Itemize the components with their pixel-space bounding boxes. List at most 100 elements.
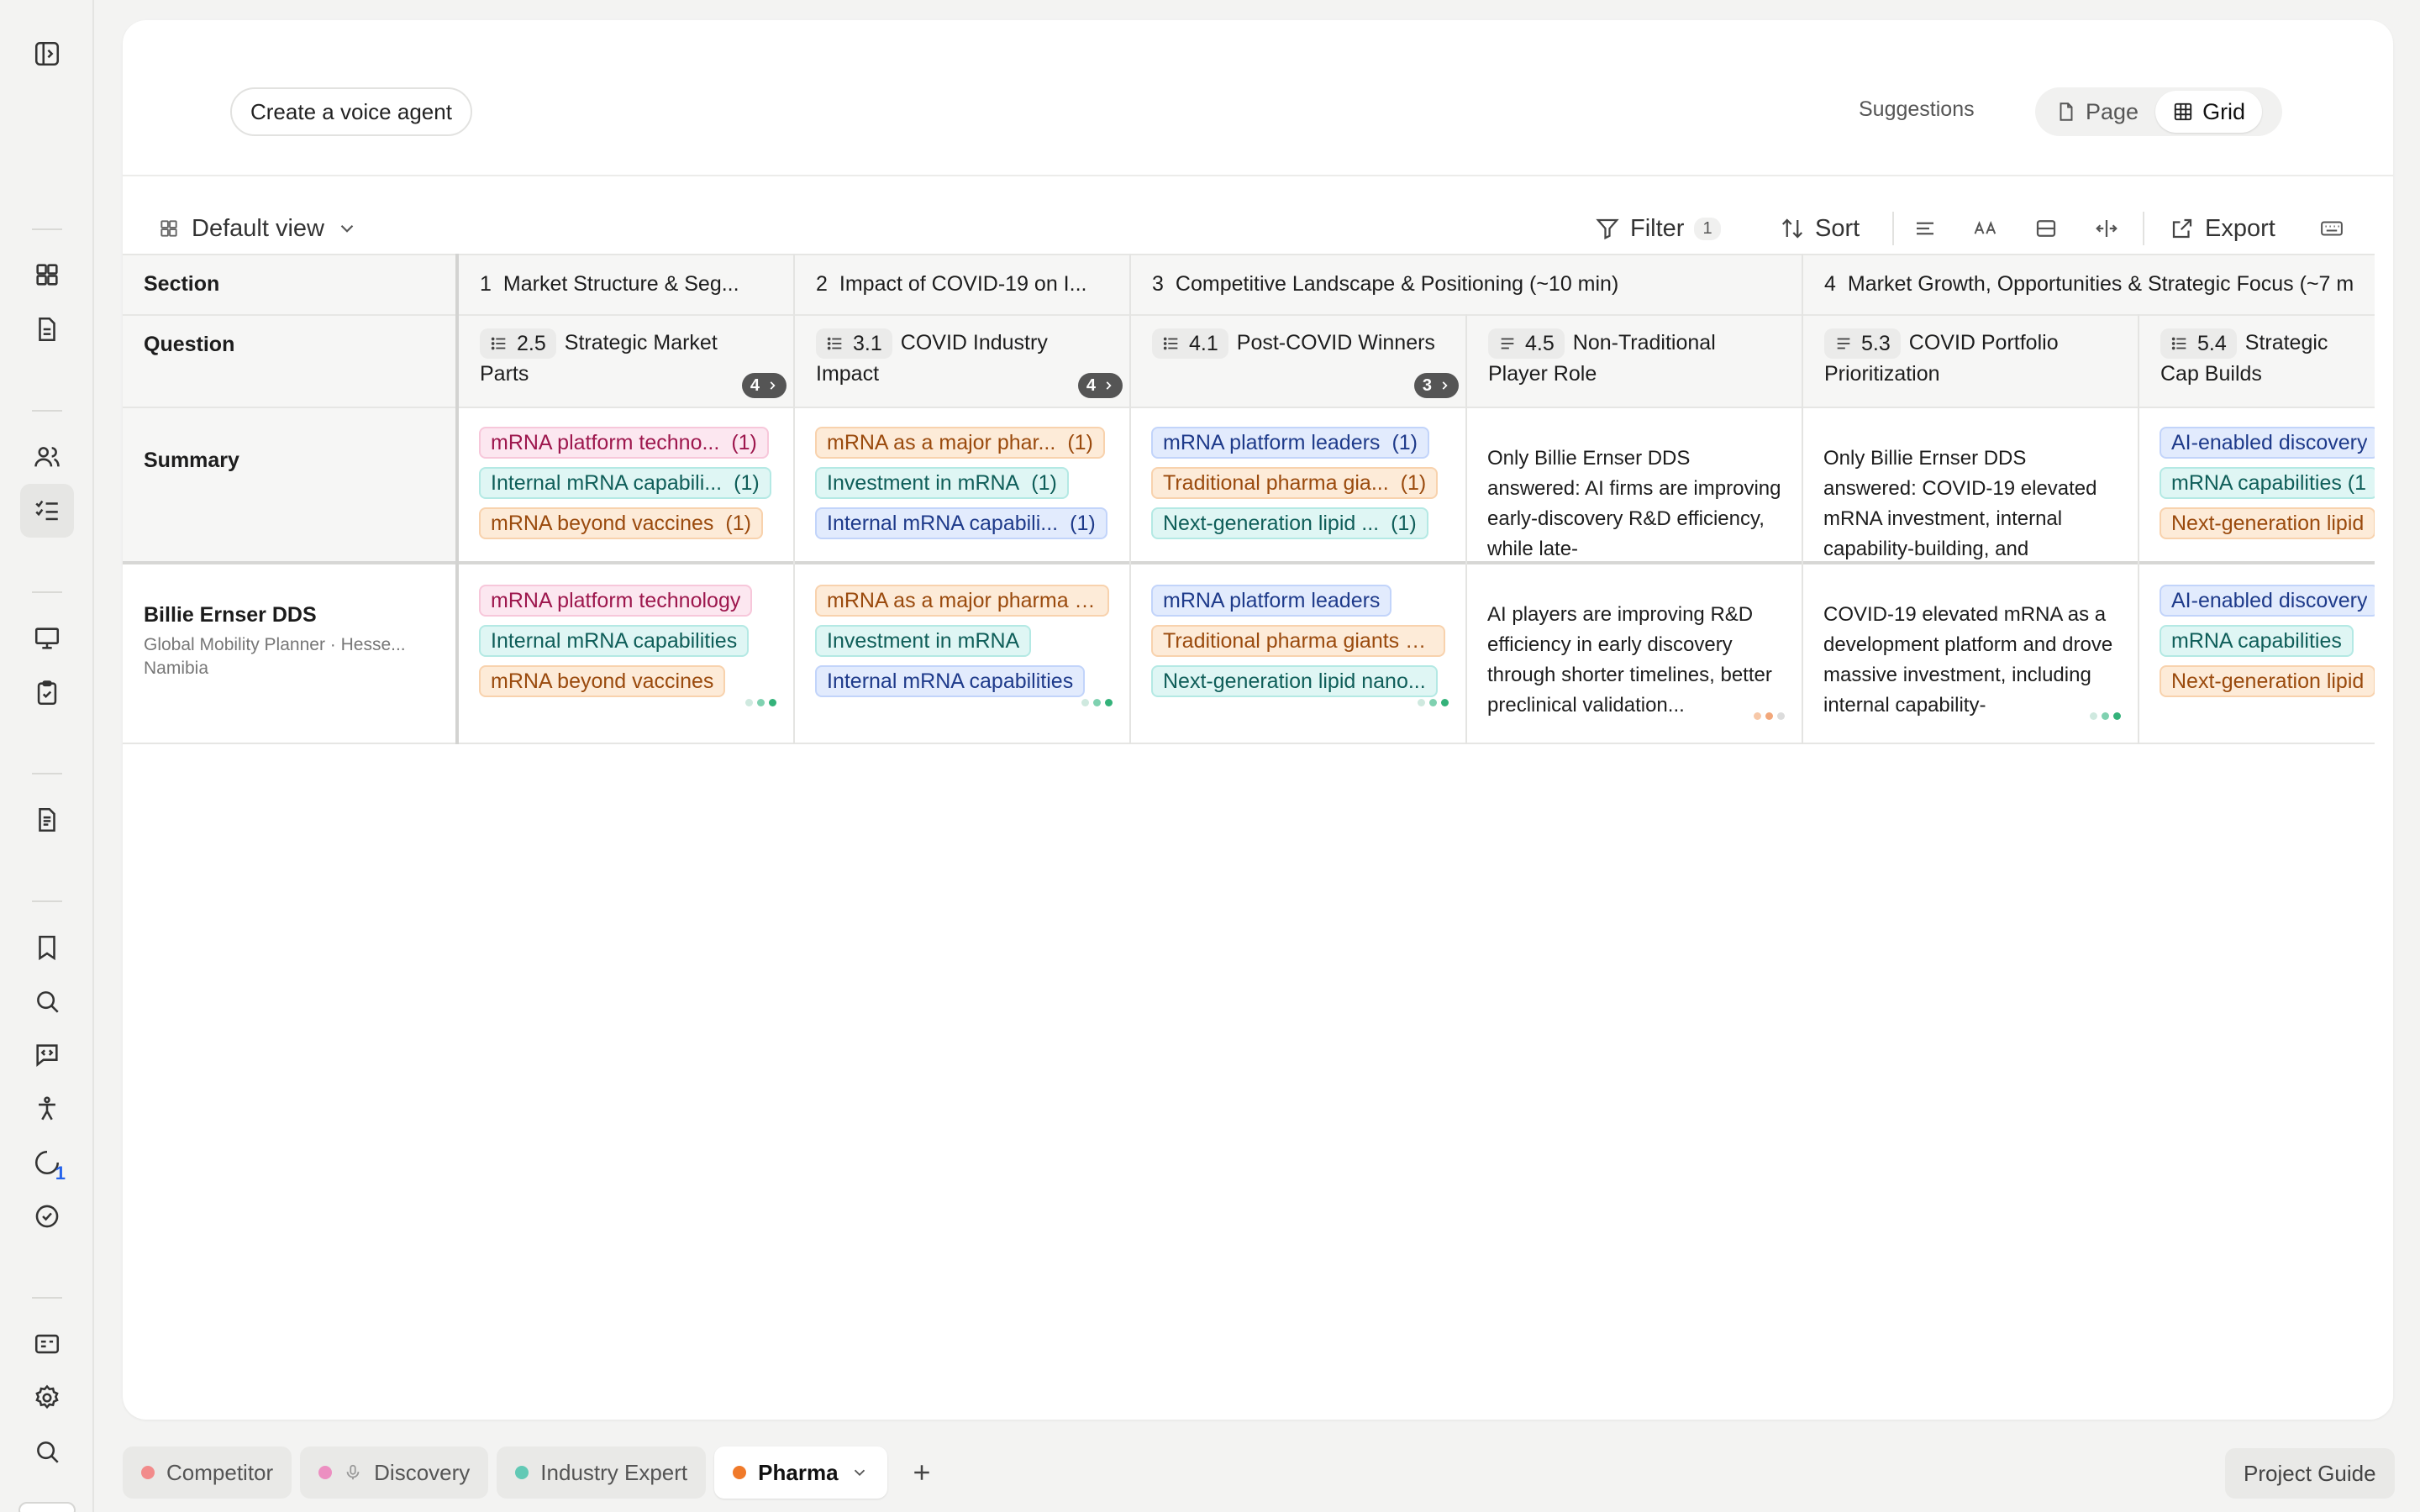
page-view-label: Page (2086, 98, 2139, 124)
summary-cell[interactable]: mRNA platform techno... (1) Internal mRNA… (459, 427, 793, 548)
section-header-3[interactable]: 3 Competitive Landscape & Positioning (~… (1131, 254, 1802, 314)
presentation-icon[interactable] (20, 612, 74, 665)
checklist-icon[interactable] (20, 484, 74, 538)
tag[interactable]: Investment in mRNA (1) (815, 467, 1069, 499)
column-line (1802, 254, 1803, 744)
sort-label: Sort (1815, 214, 1860, 242)
tag[interactable]: Next-generation lipid (2160, 507, 2375, 539)
response-cell[interactable]: AI players are improving R&D efficiency … (1467, 600, 1802, 721)
export-button[interactable]: Export (2170, 203, 2275, 254)
tab-pharma[interactable]: Pharma (714, 1446, 887, 1499)
align-button[interactable] (1912, 203, 1938, 254)
column-width-button[interactable] (2094, 203, 2119, 254)
summary-cell[interactable]: mRNA as a major phar... (1) Investment in… (795, 427, 1129, 548)
response-cell[interactable]: mRNA platform technology Internal mRNA c… (459, 585, 793, 741)
main-panel: Create a voice agent Suggestions Page Gr… (123, 20, 2393, 1420)
section-header-4[interactable]: 4 Market Growth, Opportunities & Strateg… (1803, 254, 2375, 314)
response-cell[interactable]: mRNA as a major pharma d... Investment i… (795, 585, 1129, 741)
respondent-name[interactable]: Billie Ernser DDS (144, 603, 317, 627)
question-header[interactable]: 4.1 Post-COVID Winners 3 (1131, 314, 1465, 407)
chat-code-icon[interactable] (20, 1028, 74, 1082)
project-guide-button[interactable]: Project Guide (2225, 1448, 2395, 1499)
progress-icon[interactable]: 1 (20, 1136, 74, 1189)
tag[interactable]: Next-generation lipid nano... (1151, 665, 1438, 697)
tag[interactable]: Traditional pharma gia... (1) (1151, 467, 1439, 499)
tag[interactable]: Next-generation lipid (2160, 665, 2375, 697)
tag[interactable]: mRNA platform leaders (1151, 585, 1392, 617)
grid-view-label: Grid (2202, 98, 2246, 124)
tag[interactable]: mRNA platform techno... (1) (479, 427, 769, 459)
grid-line (123, 254, 2375, 255)
tab-discovery[interactable]: Discovery (300, 1446, 489, 1499)
frozen-column-bg (123, 254, 457, 563)
summary-cell[interactable]: AI-enabled discovery mRNA capabilities (… (2139, 427, 2375, 548)
section-header-1[interactable]: 1 Market Structure & Seg... (459, 254, 793, 314)
option-count-badge[interactable]: 3 (1413, 373, 1459, 398)
grid-view-option[interactable]: Grid (2155, 91, 2263, 133)
sort-button[interactable]: Sort (1780, 203, 1860, 254)
question-header[interactable]: 3.1 COVID Industry Impact 4 (795, 314, 1129, 407)
page-view-option[interactable]: Page (2039, 91, 2155, 133)
font-size-button[interactable] (1973, 203, 1998, 254)
tag[interactable]: AI-enabled discovery (2160, 585, 2375, 617)
tag[interactable]: Investment in mRNA (815, 625, 1032, 657)
tag[interactable]: mRNA platform technology (479, 585, 753, 617)
accessibility-icon[interactable] (20, 1082, 74, 1136)
tab-industry-expert[interactable]: Industry Expert (497, 1446, 707, 1499)
user-menu-stub[interactable] (18, 1502, 76, 1512)
tag[interactable]: mRNA capabilities (2160, 625, 2354, 657)
tag[interactable]: mRNA as a major phar... (1) (815, 427, 1105, 459)
section-number: 2 (816, 271, 828, 296)
tag[interactable]: Internal mRNA capabili... (1) (815, 507, 1107, 539)
tab-competitor[interactable]: Competitor (123, 1446, 292, 1499)
create-voice-agent-button[interactable]: Create a voice agent (230, 87, 472, 136)
response-cell[interactable]: COVID-19 elevated mRNA as a development … (1803, 600, 2138, 721)
search-icon[interactable] (20, 974, 74, 1028)
question-header[interactable]: 5.3 COVID Portfolio Prioritization (1803, 314, 2138, 407)
tag[interactable]: Next-generation lipid ... (1) (1151, 507, 1428, 539)
question-header[interactable]: 4.5 Non-Traditional Player Role (1467, 314, 1802, 407)
filter-icon (1596, 218, 1619, 240)
dashboard-icon[interactable] (20, 248, 74, 302)
bookmark-icon[interactable] (20, 921, 74, 974)
tag[interactable]: Internal mRNA capabili... (1) (479, 467, 771, 499)
id-card-icon[interactable] (20, 1317, 74, 1371)
question-code: 4.1 (1152, 328, 1228, 360)
report-icon[interactable] (20, 793, 74, 847)
search-icon[interactable] (20, 1425, 74, 1478)
check-circle-icon[interactable] (20, 1189, 74, 1243)
filter-button[interactable]: Filter 1 (1595, 203, 1721, 254)
tag[interactable]: mRNA beyond vaccines (1) (479, 507, 763, 539)
document-icon[interactable] (20, 302, 74, 356)
tag[interactable]: Internal mRNA capabilities (815, 665, 1086, 697)
question-header[interactable]: 5.4 Strategic Cap Builds (2139, 314, 2375, 407)
section-header-2[interactable]: 2 Impact of COVID-19 on I... (795, 254, 1129, 314)
tag[interactable]: mRNA platform leaders (1) (1151, 427, 1429, 459)
response-grid: 1 Market Structure & Seg... 2 Impact of … (123, 254, 2375, 744)
people-icon[interactable] (20, 430, 74, 484)
section-number: 4 (1824, 271, 1836, 296)
response-cell[interactable]: AI-enabled discovery mRNA capabilities N… (2139, 585, 2375, 741)
response-cell[interactable]: mRNA platform leaders Traditional pharma… (1131, 585, 1465, 741)
tag[interactable]: mRNA as a major pharma d... (815, 585, 1109, 617)
summary-cell[interactable]: mRNA platform leaders (1) Traditional pha… (1131, 427, 1465, 548)
tag[interactable]: AI-enabled discovery (2160, 427, 2375, 459)
summary-text-cell[interactable]: Only Billie Ernser DDS answered: AI firm… (1467, 444, 1802, 564)
tag[interactable]: mRNA capabilities (1 (2160, 467, 2375, 499)
view-selector[interactable]: Default view (158, 203, 358, 254)
row-height-button[interactable] (2033, 203, 2059, 254)
option-count-badge[interactable]: 4 (741, 373, 786, 398)
keyboard-button[interactable] (2319, 203, 2344, 254)
tag[interactable]: Traditional pharma giants b... (1151, 625, 1445, 657)
settings-gear-icon[interactable] (20, 1371, 74, 1425)
suggestions-link[interactable]: Suggestions (1859, 97, 1975, 122)
sidebar-toggle-icon[interactable] (20, 27, 74, 81)
add-tab-button[interactable] (896, 1446, 948, 1499)
section-title: Market Growth, Opportunities & Strategic… (1847, 271, 2354, 296)
tag[interactable]: mRNA beyond vaccines (479, 665, 726, 697)
clipboard-check-icon[interactable] (20, 666, 74, 720)
tag[interactable]: Internal mRNA capabilities (479, 625, 750, 657)
option-count-badge[interactable]: 4 (1077, 373, 1123, 398)
question-header[interactable]: 2.5 Strategic Market Parts 4 (459, 314, 793, 407)
summary-text-cell[interactable]: Only Billie Ernser DDS answered: COVID-1… (1803, 444, 2138, 564)
